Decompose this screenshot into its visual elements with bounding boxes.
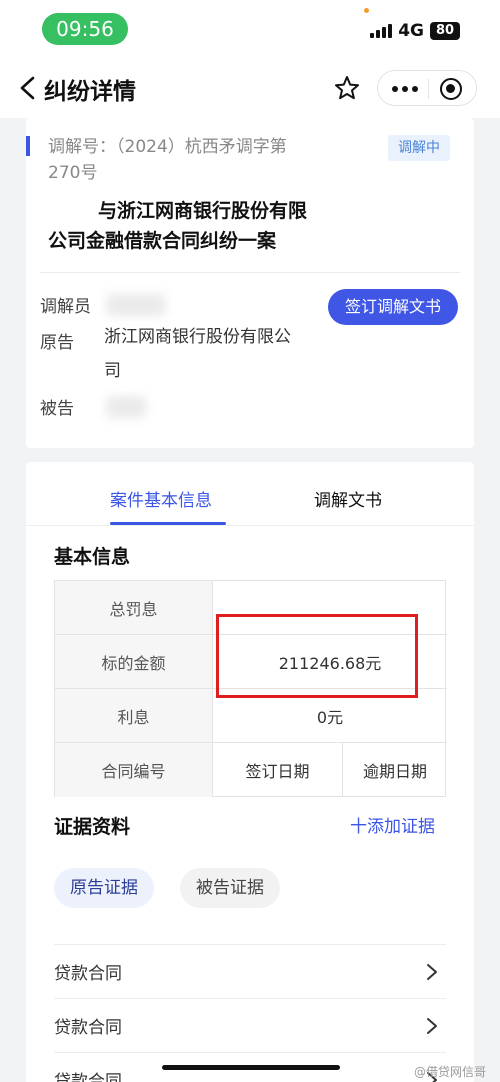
basic-info-title: 基本信息 (54, 546, 131, 568)
favorite-star-icon[interactable] (334, 75, 360, 101)
miniapp-capsule (377, 70, 477, 106)
plaintiff-value: 浙江网商银行股份有限公 司 (104, 327, 291, 381)
chip-plaintiff-evidence[interactable]: 原告证据 (54, 868, 154, 908)
home-indicator[interactable] (162, 1065, 340, 1070)
status-indicators: 4G 80 (370, 19, 460, 43)
battery-icon: 80 (430, 22, 460, 40)
table-cell-label: 签订日期 (213, 743, 343, 797)
network-type: 4G (398, 21, 424, 41)
case-info-card: 案件基本信息 调解文书 基本信息 总罚息 标的金额 211246.68元 利息 … (26, 462, 474, 1082)
more-icon[interactable] (392, 86, 418, 92)
chevron-right-icon (427, 1018, 437, 1034)
close-miniapp-icon[interactable] (440, 78, 462, 100)
list-item[interactable]: 贷款合同 (54, 944, 446, 998)
back-icon[interactable] (18, 76, 38, 100)
status-time: 09:56 (42, 13, 128, 45)
tab-basic-info[interactable]: 案件基本信息 (110, 486, 212, 511)
chip-defendant-evidence[interactable]: 被告证据 (180, 868, 280, 908)
table-cell-label: 逾期日期 (362, 762, 427, 781)
mediation-number: 调解号：（2024）杭西矛调字第 270号 (48, 137, 287, 183)
plaintiff-label: 原告 (40, 333, 74, 353)
table-cell-label: 标的金额 (55, 635, 213, 689)
chevron-right-icon (427, 964, 437, 980)
evidence-title: 证据资料 (54, 816, 131, 838)
add-evidence-button[interactable]: 十添加证据 (350, 812, 435, 837)
case-title: 与浙江网商银行股份有限 公司金融借款合同纠纷一案 (48, 200, 308, 252)
red-highlight-annotation (216, 614, 418, 698)
signal-icon (370, 24, 393, 38)
table-cell-label: 利息 (55, 689, 213, 743)
table-cell-label: 总罚息 (55, 581, 213, 635)
status-badge: 调解中 (388, 135, 450, 161)
redacted-mediator (106, 294, 166, 316)
capsule-divider (428, 79, 429, 99)
table-cell-label: 合同编号 (55, 743, 213, 797)
accent-bar (26, 136, 30, 156)
redacted-name (46, 198, 90, 224)
privacy-indicator-dot (364, 8, 369, 13)
tab-mediation-doc[interactable]: 调解文书 (314, 486, 382, 511)
status-bar: 09:56 4G 80 (0, 0, 500, 56)
page-title: 纠纷详情 (44, 79, 136, 105)
defendant-label: 被告 (40, 399, 74, 419)
watermark: @借贷网信哥 (414, 1065, 487, 1079)
divider (40, 272, 460, 273)
tabs-divider (26, 525, 474, 526)
sign-mediation-doc-button[interactable]: 签订调解文书 (328, 289, 458, 325)
nav-bar: 纠纷详情 (0, 56, 500, 118)
redacted-defendant (106, 396, 146, 418)
list-item[interactable]: 贷款合同 (54, 998, 446, 1052)
mediator-label: 调解员 (40, 297, 91, 317)
case-summary-card: 调解号：（2024）杭西矛调字第 270号 调解中 与浙江网商银行股份有限 公司… (26, 118, 474, 448)
